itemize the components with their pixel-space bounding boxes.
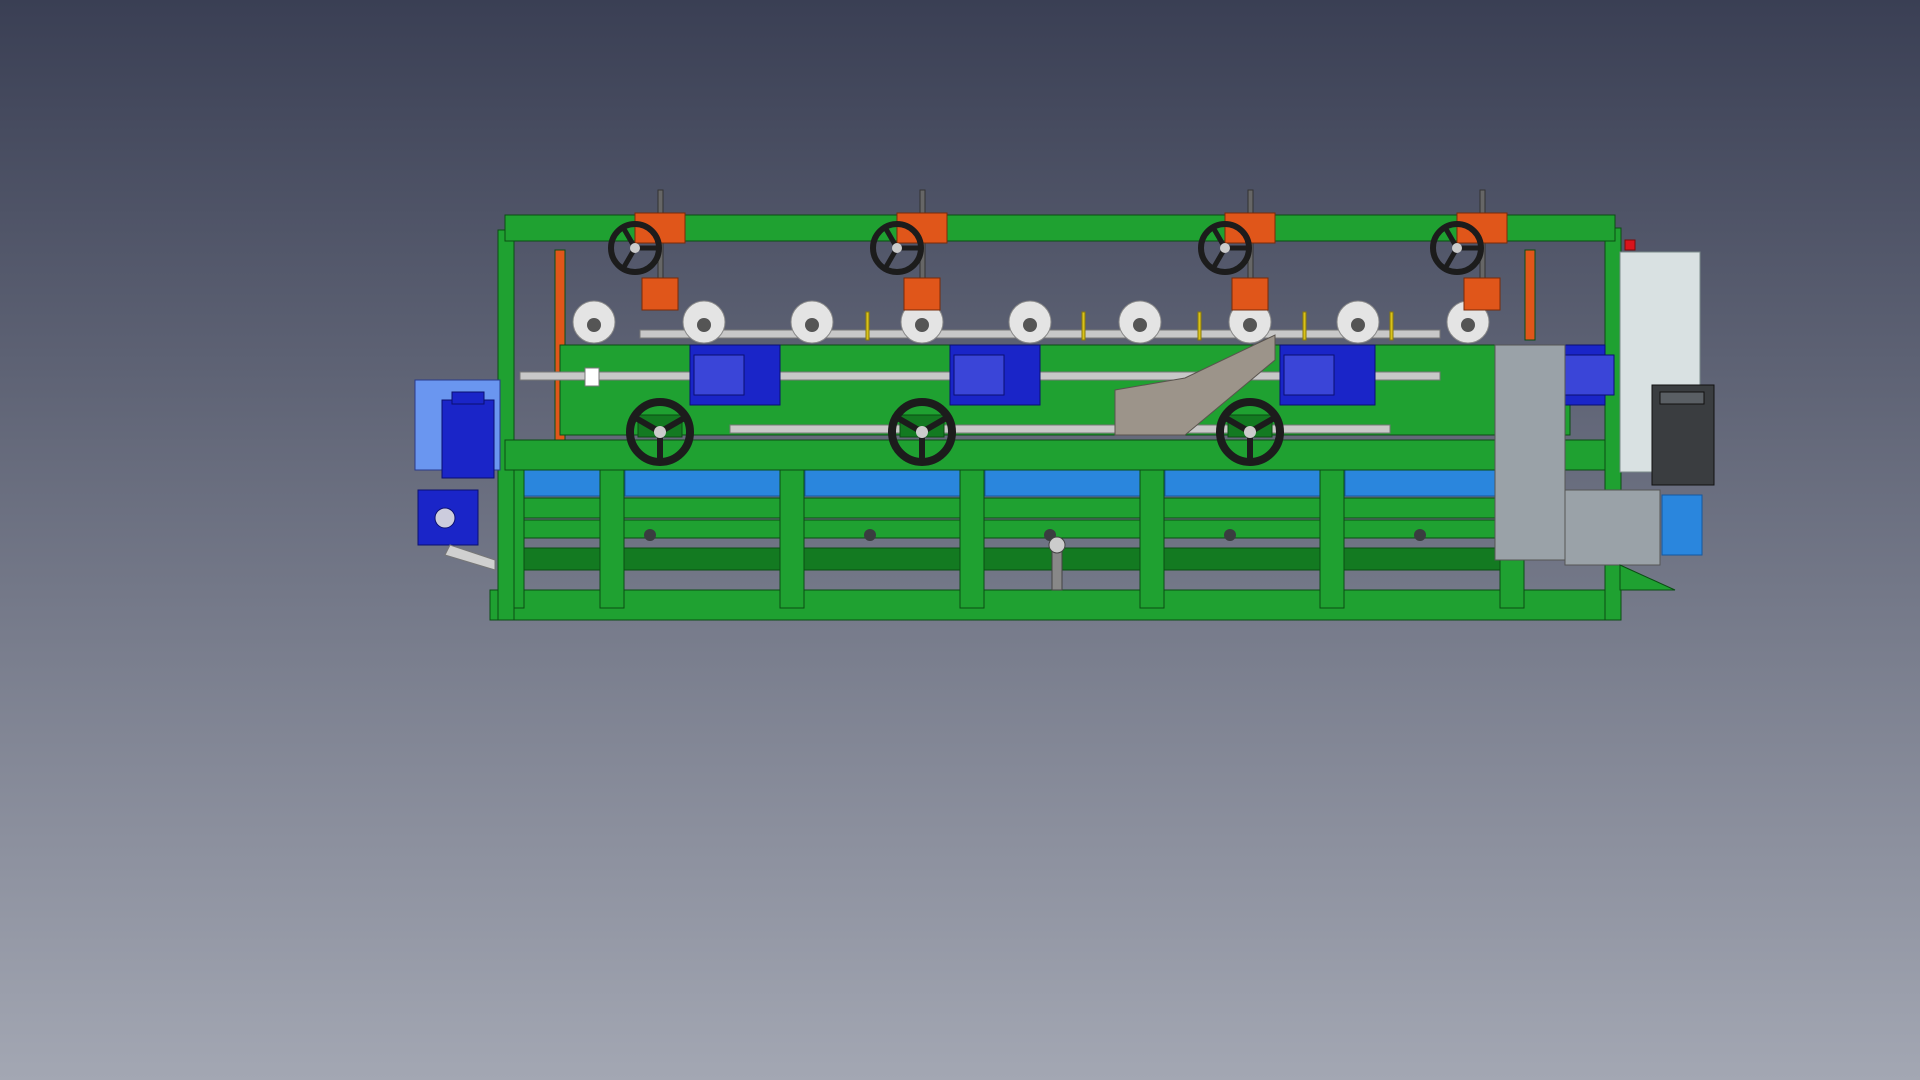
- leveling-foot: [644, 529, 656, 541]
- drive-motor: [689, 344, 781, 406]
- conveyor-belt-segment: [1164, 469, 1326, 497]
- sensor-head: [1048, 536, 1066, 554]
- handwheel-hub: [1220, 243, 1230, 253]
- base-frame-bottom-beam: [489, 589, 1621, 621]
- forming-roller: [1336, 300, 1380, 344]
- drive-motor-fins: [953, 354, 1005, 396]
- leveling-foot: [1224, 529, 1236, 541]
- adjuster-housing-bottom: [1231, 277, 1269, 311]
- machine-model-3d-view[interactable]: [0, 0, 1920, 1080]
- side-guard: [1494, 344, 1566, 561]
- accent-marker: [1081, 311, 1086, 341]
- base-frame-upper-rail: [504, 497, 1516, 519]
- emergency-stop-button: [1624, 239, 1636, 251]
- motor-terminal-box: [451, 391, 485, 405]
- roller-hub: [1351, 318, 1365, 332]
- drive-motor: [949, 344, 1041, 406]
- accent-marker: [1302, 311, 1307, 341]
- drive-motor-fins: [1283, 354, 1335, 396]
- accent-marker: [1389, 311, 1394, 341]
- handwheel-hub: [1244, 426, 1256, 438]
- gearbox-output-flange: [434, 507, 456, 529]
- handwheel-hub: [654, 426, 666, 438]
- forming-roller: [572, 300, 616, 344]
- roller-hub: [1461, 318, 1475, 332]
- base-frame-cross-rail: [499, 547, 1521, 571]
- roller-hub: [1133, 318, 1147, 332]
- handwheel-hub: [916, 426, 928, 438]
- roller-hub: [915, 318, 929, 332]
- adjuster-housing-bottom: [641, 277, 679, 311]
- forming-roller: [1008, 300, 1052, 344]
- frame-leg: [1319, 467, 1345, 609]
- frame-leg: [599, 467, 625, 609]
- drive-motor: [1279, 344, 1376, 406]
- forming-roller: [682, 300, 726, 344]
- drive-motor-fins: [1563, 354, 1615, 396]
- adjuster-housing-bottom: [903, 277, 941, 311]
- accent-marker: [1197, 311, 1202, 341]
- roller-hub: [697, 318, 711, 332]
- forming-roller: [1118, 300, 1162, 344]
- adjuster-housing-bottom: [1463, 277, 1501, 311]
- frame-leg: [1139, 467, 1165, 609]
- accent-marker: [865, 311, 870, 341]
- shaft-coupling: [584, 367, 600, 387]
- right-orange-post: [1524, 249, 1536, 341]
- cad-viewport[interactable]: [0, 0, 1920, 1080]
- drive-motor: [441, 399, 495, 479]
- roller-hub: [587, 318, 601, 332]
- roller-hub: [805, 318, 819, 332]
- roller-hub: [1243, 318, 1257, 332]
- leveling-foot: [864, 529, 876, 541]
- conveyor-belt-segment: [1344, 469, 1506, 497]
- frame-leg: [959, 467, 985, 609]
- leveling-foot: [1414, 529, 1426, 541]
- pump-base: [1661, 494, 1703, 556]
- conveyor-belt: [509, 469, 1506, 497]
- handwheel-hub: [630, 243, 640, 253]
- forming-roller: [790, 300, 834, 344]
- handwheel-hub: [892, 243, 902, 253]
- side-guard-lower: [1564, 489, 1661, 566]
- roller-hub: [1023, 318, 1037, 332]
- frame-leg: [779, 467, 805, 609]
- conveyor-belt-segment: [984, 469, 1146, 497]
- conveyor-belt-segment: [624, 469, 786, 497]
- drive-motor-fins: [693, 354, 745, 396]
- machine-bed-deck: [504, 439, 1606, 471]
- conveyor-belt-segment: [804, 469, 966, 497]
- handwheel-hub: [1452, 243, 1462, 253]
- forming-rollers: [572, 300, 1490, 344]
- pump-unit-cap: [1659, 391, 1705, 405]
- lower-roller-shaft: [729, 424, 1391, 434]
